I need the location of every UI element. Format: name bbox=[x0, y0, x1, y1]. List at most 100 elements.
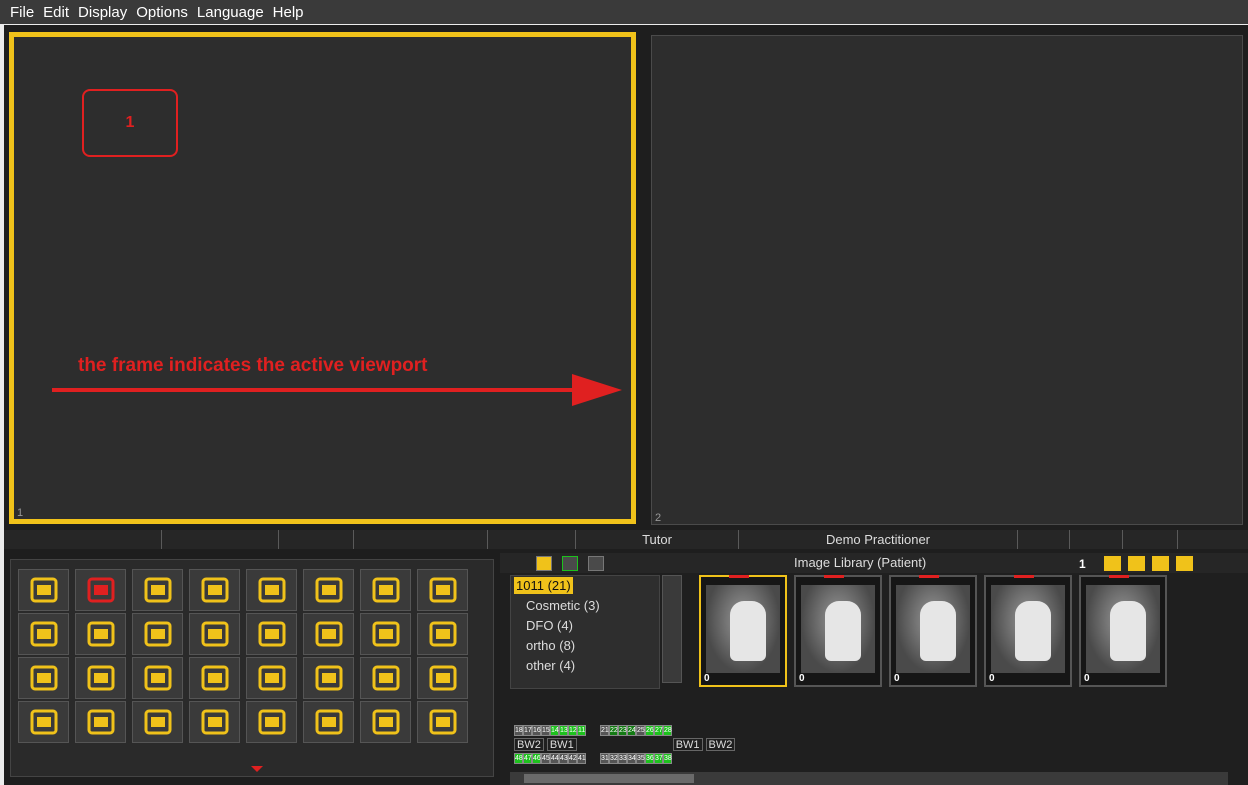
tooth-12[interactable]: 12 bbox=[568, 725, 577, 736]
xray-thumbnail[interactable]: 0 bbox=[794, 575, 882, 687]
teeth-tool-button[interactable] bbox=[75, 569, 126, 611]
tooth-27[interactable]: 27 bbox=[654, 725, 663, 736]
tooth-25[interactable]: 25 bbox=[636, 725, 645, 736]
bitewing-label[interactable]: BW1 bbox=[672, 738, 703, 751]
sort-tool-button[interactable] bbox=[303, 657, 354, 699]
tooth-41[interactable]: 41 bbox=[577, 753, 586, 764]
scrollbar-thumb[interactable] bbox=[524, 774, 694, 783]
monitor-2-tool-button[interactable] bbox=[18, 701, 69, 743]
magnify-tool-button[interactable] bbox=[303, 569, 354, 611]
adjust-tool-button[interactable] bbox=[18, 613, 69, 655]
tooth-35[interactable]: 35 bbox=[636, 753, 645, 764]
radiation-settings-tool-button[interactable] bbox=[417, 613, 468, 655]
lips-tool-button[interactable] bbox=[303, 701, 354, 743]
image-tool-button[interactable] bbox=[246, 613, 297, 655]
settings-filter-tool-button[interactable] bbox=[417, 701, 468, 743]
tooth-22[interactable]: 22 bbox=[609, 725, 618, 736]
tree-item[interactable]: DFO (4) bbox=[511, 616, 659, 636]
triangle-tool-button[interactable] bbox=[189, 701, 240, 743]
edit-tool-button[interactable] bbox=[132, 569, 183, 611]
bitewing-label[interactable]: BW2 bbox=[514, 738, 544, 751]
tooth-23[interactable]: 23 bbox=[618, 725, 627, 736]
expand-arrow-icon[interactable] bbox=[251, 766, 263, 772]
monitor-tool-button[interactable] bbox=[417, 657, 468, 699]
viewport-2[interactable]: 2 bbox=[651, 35, 1243, 525]
viewport-1-active[interactable]: 1 the frame indicates the active viewpor… bbox=[9, 32, 636, 524]
tree-item[interactable]: ortho (8) bbox=[511, 636, 659, 656]
tooth-17[interactable]: 17 bbox=[523, 725, 532, 736]
tooth-36[interactable]: 36 bbox=[645, 753, 654, 764]
tooth-28[interactable]: 28 bbox=[663, 725, 672, 736]
viewport-2-tool-button[interactable] bbox=[246, 569, 297, 611]
zoom-region-tool-button[interactable] bbox=[189, 569, 240, 611]
tooth-11[interactable]: 11 bbox=[577, 725, 586, 736]
document-tool-button[interactable] bbox=[360, 657, 411, 699]
bulb-tool-button[interactable] bbox=[132, 701, 183, 743]
xray-thumbnail[interactable]: 0 bbox=[1079, 575, 1167, 687]
tree-item-root[interactable]: 1011 (21) bbox=[511, 576, 659, 596]
tree-scrollbar[interactable] bbox=[662, 575, 682, 683]
tooth-15[interactable]: 15 bbox=[541, 725, 550, 736]
library-mail-icon[interactable] bbox=[1128, 556, 1145, 571]
tooth-33[interactable]: 33 bbox=[618, 753, 627, 764]
save-tool-button[interactable] bbox=[360, 569, 411, 611]
tooth-14[interactable]: 14 bbox=[550, 725, 559, 736]
tooth-47[interactable]: 47 bbox=[523, 753, 532, 764]
tooth-24[interactable]: 24 bbox=[627, 725, 636, 736]
horizontal-scrollbar[interactable] bbox=[510, 772, 1228, 785]
tooth-26[interactable]: 26 bbox=[645, 725, 654, 736]
library-filter-icon[interactable] bbox=[1152, 556, 1169, 571]
tooth-18[interactable]: 18 bbox=[514, 725, 523, 736]
tooth-32[interactable]: 32 bbox=[609, 753, 618, 764]
tooth-37[interactable]: 37 bbox=[654, 753, 663, 764]
tooth-16[interactable]: 16 bbox=[532, 725, 541, 736]
trash-tool-button[interactable] bbox=[417, 569, 468, 611]
tooth-13[interactable]: 13 bbox=[559, 725, 568, 736]
menu-edit[interactable]: Edit bbox=[43, 4, 69, 21]
xray-thumbnail[interactable]: 0 bbox=[889, 575, 977, 687]
tooth-34[interactable]: 34 bbox=[627, 753, 636, 764]
tooth-42[interactable]: 42 bbox=[568, 753, 577, 764]
bitewing-label[interactable]: BW1 bbox=[546, 738, 577, 751]
xray-thumbnail[interactable]: 0 bbox=[984, 575, 1072, 687]
twain-icon bbox=[258, 665, 285, 691]
tooth-38[interactable]: 38 bbox=[663, 753, 672, 764]
skull-tool-button[interactable] bbox=[360, 701, 411, 743]
twain-tool-button[interactable] bbox=[246, 657, 297, 699]
cam-pen-icon bbox=[87, 709, 114, 735]
tooth-43[interactable]: 43 bbox=[559, 753, 568, 764]
library-tab-doc-icon[interactable] bbox=[562, 556, 578, 571]
tooth-45[interactable]: 45 bbox=[541, 753, 550, 764]
library-download-icon[interactable] bbox=[1176, 556, 1193, 571]
tooth-31[interactable]: 31 bbox=[600, 753, 609, 764]
tooth-44[interactable]: 44 bbox=[550, 753, 559, 764]
image-transfer-tool-button[interactable] bbox=[189, 657, 240, 699]
bitewing-label[interactable]: BW2 bbox=[705, 738, 736, 751]
split-tool-button[interactable] bbox=[189, 613, 240, 655]
tooth-48[interactable]: 48 bbox=[514, 753, 523, 764]
cam-pen-tool-button[interactable] bbox=[75, 701, 126, 743]
tree-item[interactable]: other (4) bbox=[511, 656, 659, 676]
menu-file[interactable]: File bbox=[10, 4, 34, 21]
camera-tool-button[interactable] bbox=[75, 657, 126, 699]
mirror-tool-button[interactable] bbox=[132, 613, 183, 655]
check-tool-button[interactable] bbox=[132, 657, 183, 699]
library-tab-list-icon[interactable] bbox=[588, 556, 604, 571]
xray-thumbnail[interactable]: 0 bbox=[699, 575, 787, 687]
tooth-21[interactable]: 21 bbox=[600, 725, 609, 736]
annotation-marker: 1 bbox=[82, 89, 178, 157]
overlap-tool-button[interactable] bbox=[246, 701, 297, 743]
pen-tool-button[interactable] bbox=[18, 657, 69, 699]
library-trash-icon[interactable] bbox=[1104, 556, 1121, 571]
image-library-tool-button[interactable] bbox=[18, 569, 69, 611]
tree-item[interactable]: Cosmetic (3) bbox=[511, 596, 659, 616]
radiation-tool-button[interactable] bbox=[360, 613, 411, 655]
library-tab-world-icon[interactable] bbox=[536, 556, 552, 571]
print-tool-button[interactable] bbox=[303, 613, 354, 655]
menu-help[interactable]: Help bbox=[273, 4, 304, 21]
tooth-46[interactable]: 46 bbox=[532, 753, 541, 764]
menu-display[interactable]: Display bbox=[78, 4, 127, 21]
menu-options[interactable]: Options bbox=[136, 4, 188, 21]
rotate-90-tool-button[interactable] bbox=[75, 613, 126, 655]
menu-language[interactable]: Language bbox=[197, 4, 264, 21]
